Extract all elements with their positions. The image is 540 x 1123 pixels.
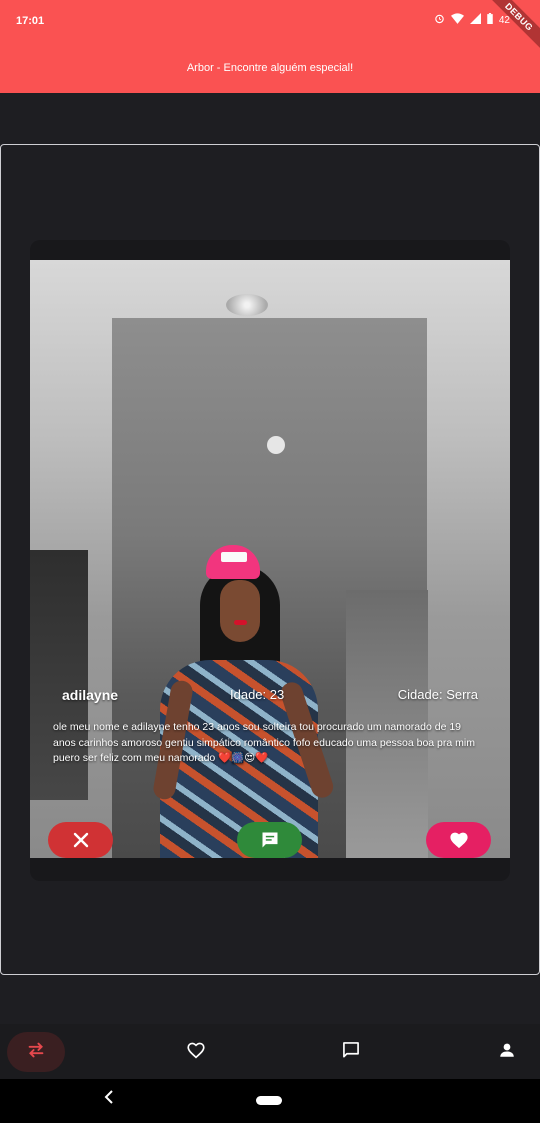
person-icon xyxy=(498,1041,516,1064)
nav-likes[interactable] xyxy=(167,1032,225,1072)
nav-profile[interactable] xyxy=(478,1032,536,1072)
bottom-navigation xyxy=(0,1024,540,1079)
chat-outline-icon xyxy=(341,1040,361,1065)
wifi-icon xyxy=(450,13,464,27)
profile-age: Idade: 23 xyxy=(230,687,285,702)
profile-info-row: adilayne Idade: 23 Cidade: Serra xyxy=(30,684,510,708)
nav-chats[interactable] xyxy=(322,1032,380,1072)
battery-icon xyxy=(487,13,493,27)
status-icons: 42 xyxy=(434,13,510,27)
app-title: Arbor - Encontre alguém especial! xyxy=(186,62,354,74)
like-button[interactable] xyxy=(426,822,491,858)
profile-card[interactable]: adilayne Idade: 23 Cidade: Serra ole meu… xyxy=(30,240,510,881)
home-pill[interactable] xyxy=(256,1096,282,1105)
profile-bio: ole meu nome e adilayne tenho 23 anos so… xyxy=(53,721,475,764)
profile-photo xyxy=(30,260,510,858)
status-time: 17:01 xyxy=(16,15,45,27)
back-icon[interactable] xyxy=(104,1090,114,1109)
nav-swipe[interactable] xyxy=(7,1032,65,1072)
chat-icon xyxy=(260,830,280,850)
dislike-button[interactable] xyxy=(48,822,113,858)
profile-name: adilayne xyxy=(62,687,119,703)
alarm-icon xyxy=(434,13,445,27)
heart-outline-icon xyxy=(186,1041,206,1064)
system-navigation-bar xyxy=(0,1079,540,1123)
heart-icon xyxy=(449,831,469,849)
close-icon xyxy=(73,832,89,848)
signal-icon xyxy=(469,13,481,27)
profile-city: Cidade: Serra xyxy=(397,687,478,702)
app-bar: 17:01 42 DEBUG Arbor - Encontre alguém e… xyxy=(0,0,540,93)
swap-icon xyxy=(26,1042,46,1063)
chat-button[interactable] xyxy=(237,822,302,858)
